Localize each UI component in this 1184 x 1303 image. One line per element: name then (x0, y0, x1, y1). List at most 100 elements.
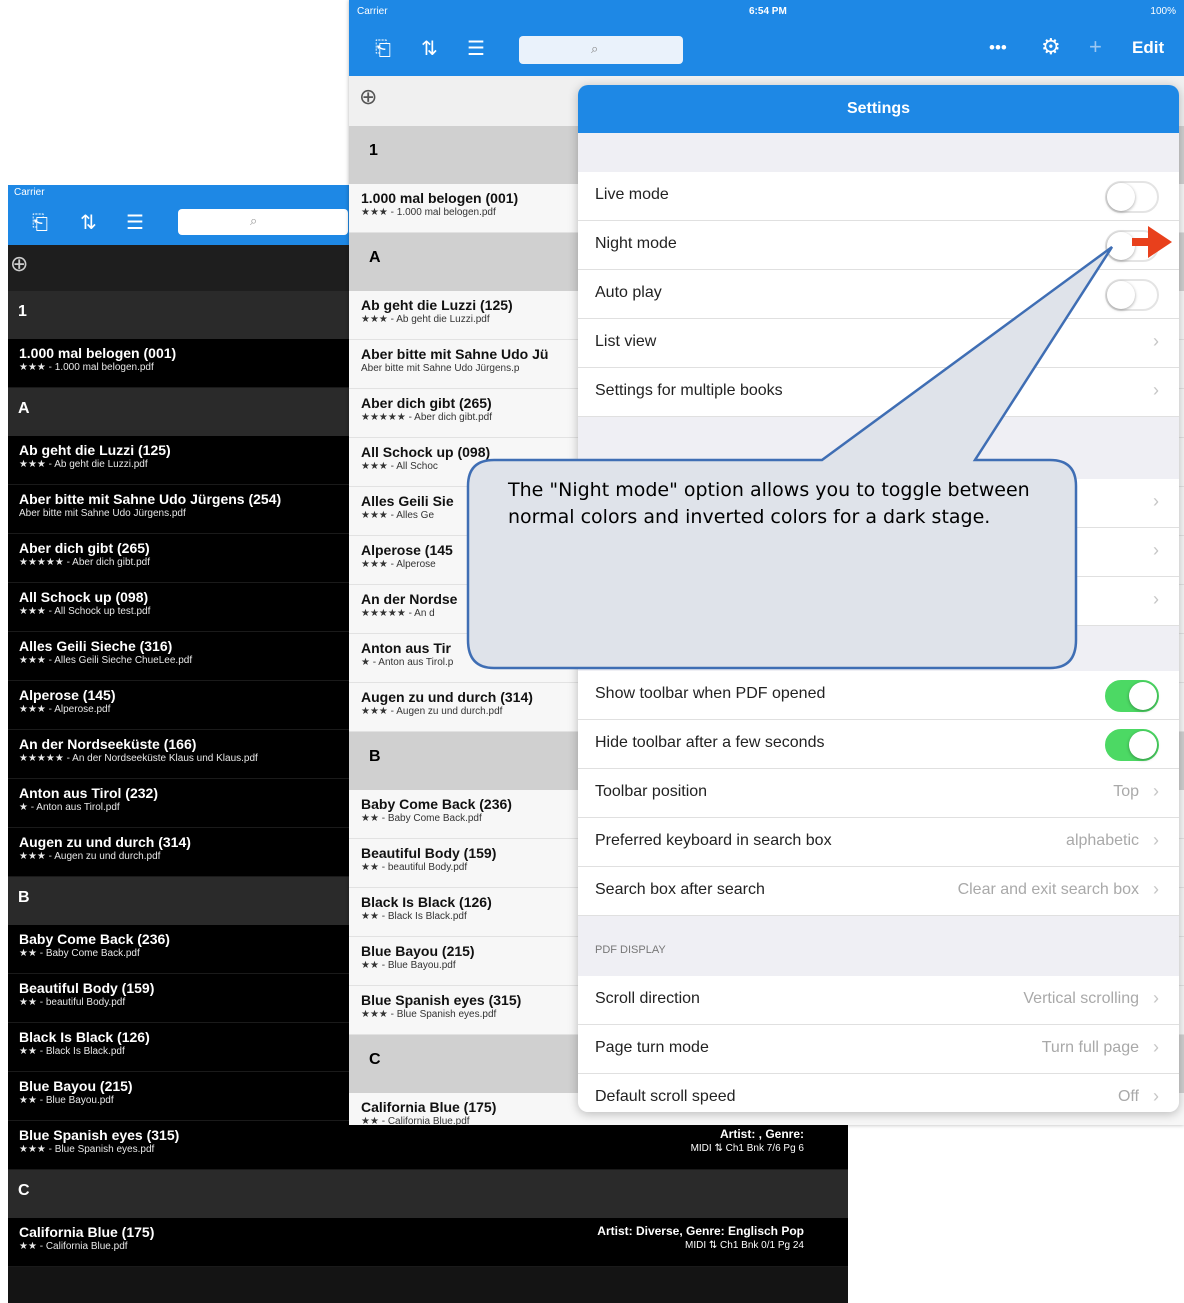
book-title: 1.000 mal belogen (001) (361, 190, 519, 206)
battery-label: 100% (1150, 6, 1176, 17)
book-midi-info: MIDI ⇅ Ch1 Bnk 7/6 Pg 6 (690, 1143, 804, 1154)
book-title: Augen zu und durch (314) (19, 834, 191, 850)
settings-label: Page turn mode (595, 1039, 709, 1056)
book-title: An der Nordseeküste (166) (19, 736, 197, 752)
add-icon[interactable]: + (1089, 34, 1102, 60)
settings-row[interactable]: › (578, 528, 1179, 577)
settings-value: Clear and exit search box (957, 881, 1139, 898)
settings-label: Hide toolbar after a few seconds (595, 734, 825, 751)
settings-label: Auto play (595, 284, 662, 301)
list-item[interactable]: Blue Spanish eyes (315) ★★★ - Blue Spanis… (8, 1121, 848, 1170)
more-icon[interactable]: ••• (989, 38, 1007, 58)
settings-row-preferred-keyboard-in-search-box[interactable]: Preferred keyboard in search box alphabet… (578, 818, 1179, 867)
toggle-knob (1129, 731, 1157, 759)
settings-title: Settings (578, 85, 1179, 133)
search-icon: ⌕ (591, 41, 599, 56)
settings-row-settings-for-multiple-books[interactable]: Settings for multiple books › (578, 368, 1179, 417)
settings-label: List view (595, 333, 657, 350)
add-icon[interactable]: ⊕ (10, 251, 28, 277)
book-subtitle: ★★★ - Blue Spanish eyes.pdf (19, 1144, 155, 1155)
book-title: All Schock up (098) (19, 589, 149, 605)
settings-row-night-mode[interactable]: Night mode (578, 221, 1179, 270)
book-title: Black Is Black (126) (361, 894, 492, 910)
book-title: Ab geht die Luzzi (125) (361, 297, 513, 313)
chevron-right-icon: › (1153, 380, 1159, 400)
sort-icon[interactable]: ⇅ (80, 211, 97, 235)
settings-popover: Settings Live mode Night mode Auto play Lis… (578, 85, 1179, 1112)
book-title: Alperose (145) (19, 687, 116, 703)
settings-row-live-mode[interactable]: Live mode (578, 172, 1179, 221)
book-title: Alperose (145 (361, 542, 453, 558)
sort-icon[interactable]: ⇅ (421, 37, 438, 61)
book-title: Augen zu und durch (314) (361, 689, 533, 705)
chevron-icon: › (1153, 540, 1159, 560)
list-item[interactable]: California Blue (175) ★★ - California Blu… (8, 1218, 848, 1267)
settings-row-toolbar-position[interactable]: Toolbar position Top › (578, 769, 1179, 818)
settings-row-list-view[interactable]: List view › (578, 319, 1179, 368)
settings-row-search-box-after-search[interactable]: Search box after search Clear and exit se… (578, 867, 1179, 916)
chevron-right-icon: › (1153, 830, 1159, 850)
hide-toolbar-after-a-few-seconds-toggle[interactable] (1105, 729, 1159, 761)
settings-label: Scroll direction (595, 990, 700, 1007)
chevron-right-icon: › (1153, 988, 1159, 1008)
list-icon[interactable]: ☰ (126, 211, 144, 235)
book-title: Black Is Black (126) (19, 1029, 150, 1045)
live-mode-toggle[interactable] (1105, 181, 1159, 213)
book-title: Ab geht die Luzzi (125) (19, 442, 171, 458)
add-icon[interactable]: ⊕ (359, 84, 377, 110)
book-title: California Blue (175) (19, 1224, 155, 1240)
book-icon[interactable]: ⎗ (32, 211, 48, 235)
book-subtitle: ★★ - beautiful Body.pdf (361, 862, 468, 873)
book-subtitle: ★★★★★ - An d (361, 608, 435, 619)
book-subtitle: ★★ - Blue Bayou.pdf (19, 1095, 114, 1106)
settings-row-hide-toolbar-after-a-few-seconds[interactable]: Hide toolbar after a few seconds (578, 720, 1179, 769)
book-subtitle: ★★ - California Blue.pdf (19, 1241, 128, 1252)
gear-icon[interactable]: ⚙ (1041, 34, 1061, 60)
list-icon[interactable]: ☰ (467, 37, 485, 61)
callout-text: The "Night mode" option allows you to to… (508, 479, 1030, 528)
settings-row-default-scroll-speed[interactable]: Default scroll speed Off › (578, 1074, 1179, 1112)
auto-play-toggle[interactable] (1105, 279, 1159, 311)
chevron-icon: › (1153, 589, 1159, 609)
book-subtitle: ★★★ - Ab geht die Luzzi.pdf (361, 314, 490, 325)
book-subtitle: Aber bitte mit Sahne Udo Jürgens.p (361, 363, 520, 374)
edit-button[interactable]: Edit (1132, 38, 1164, 58)
book-artist-genre: Artist: Diverse, Genre: Englisch Pop (597, 1224, 804, 1238)
settings-label: Default scroll speed (595, 1088, 736, 1105)
book-title: Blue Spanish eyes (315) (19, 1127, 180, 1143)
book-title: Alles Geili Sie (361, 493, 454, 509)
book-subtitle: ★★ - Black Is Black.pdf (361, 911, 467, 922)
settings-row[interactable]: › (578, 577, 1179, 626)
settings-row-auto-play[interactable]: Auto play (578, 270, 1179, 319)
book-subtitle: ★★★★★ - Aber dich gibt.pdf (361, 412, 492, 423)
search-input[interactable]: ⌕ (519, 36, 683, 64)
chevron-icon: › (1153, 491, 1159, 511)
search-input[interactable]: ⌕ (178, 209, 348, 235)
settings-value: Turn full page (1041, 1039, 1139, 1056)
settings-row-show-toolbar-when-pdf-opened[interactable]: Show toolbar when PDF opened (578, 671, 1179, 720)
book-subtitle: ★★★ - Blue Spanish eyes.pdf (361, 1009, 497, 1020)
book-subtitle: ★★★ - 1.000 mal belogen.pdf (361, 207, 496, 218)
book-subtitle: ★★★ - Alles Ge (361, 510, 435, 521)
book-subtitle: ★★ - Blue Bayou.pdf (361, 960, 456, 971)
toolbar: ⎗ ⇅ ☰ ⌕ ••• ⚙ + Edit (349, 24, 1184, 76)
chevron-right-icon: › (1153, 331, 1159, 351)
settings-row-scroll-direction[interactable]: Scroll direction Vertical scrolling › (578, 976, 1179, 1025)
settings-row-page-turn-mode[interactable]: Page turn mode Turn full page › (578, 1025, 1179, 1074)
settings-group-toolbar: Show toolbar when PDF opened Hide toolbar… (578, 671, 1179, 916)
book-subtitle: ★★★ - All Schock up test.pdf (19, 606, 151, 617)
book-subtitle: ★★★ - Alperose (361, 559, 436, 570)
settings-label: Night mode (595, 235, 677, 252)
book-title: Aber bitte mit Sahne Udo Jü (361, 346, 549, 362)
book-subtitle: ★★★ - Ab geht die Luzzi.pdf (19, 459, 148, 470)
settings-value: Vertical scrolling (1023, 990, 1139, 1007)
settings-value: alphabetic (1066, 832, 1139, 849)
night-mode-toggle[interactable] (1105, 230, 1159, 262)
show-toolbar-when-pdf-opened-toggle[interactable] (1105, 680, 1159, 712)
book-title: 1.000 mal belogen (001) (19, 345, 177, 361)
book-icon[interactable]: ⎗ (375, 37, 391, 61)
settings-label: Search box after search (595, 881, 765, 898)
settings-group-pdf-display: Scroll direction Vertical scrolling › Page … (578, 976, 1179, 1112)
settings-label: Show toolbar when PDF opened (595, 685, 826, 702)
toggle-knob (1129, 682, 1157, 710)
